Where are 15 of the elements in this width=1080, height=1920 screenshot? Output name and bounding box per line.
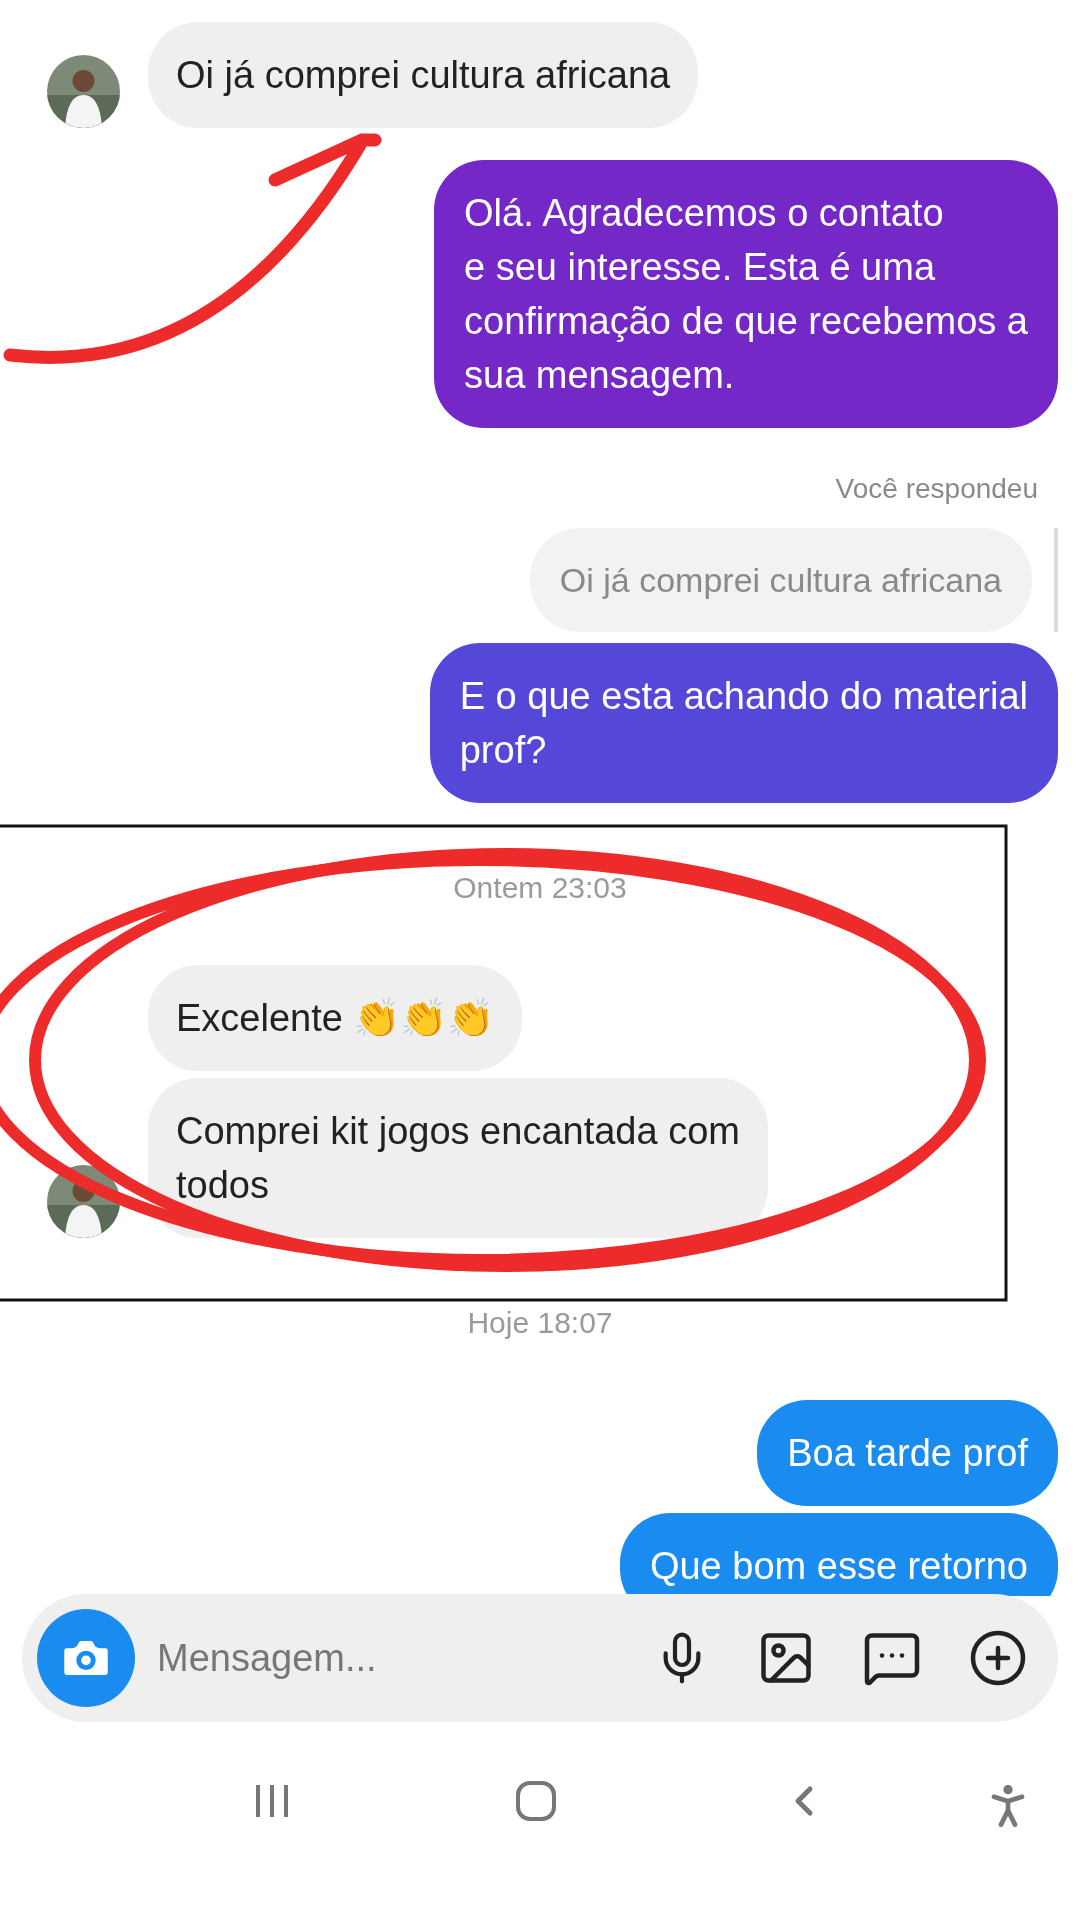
quoted-message: Oi já comprei cultura africana — [529, 528, 1032, 632]
message-bubble: Oi já comprei cultura africana — [148, 22, 699, 128]
timestamp: Hoje 18:07 — [467, 1305, 613, 1341]
reply-label: Você respondeu — [835, 472, 1038, 506]
message-input[interactable]: Mensagem... — [157, 1629, 654, 1687]
message-bubble: Excelente 👏👏👏 — [148, 965, 523, 1071]
message-bubble: E o que esta achando do material prof? — [429, 643, 1058, 803]
message-bubble: Olá. Agradecemos o contato e seu interesse. Esta é uma confirmação de que recebemos a sua mensagem. — [434, 160, 1058, 428]
add-icon[interactable] — [968, 1628, 1028, 1688]
message-bubble: Comprei kit jogos encantada com todos — [148, 1078, 768, 1238]
home-icon[interactable] — [515, 1780, 557, 1822]
timestamp: Ontem 23:03 — [453, 870, 627, 906]
camera-button[interactable] — [37, 1609, 135, 1707]
message-bubble: Boa tarde prof — [757, 1400, 1058, 1506]
message-bubble: Que bom esse retorno — [619, 1513, 1058, 1596]
